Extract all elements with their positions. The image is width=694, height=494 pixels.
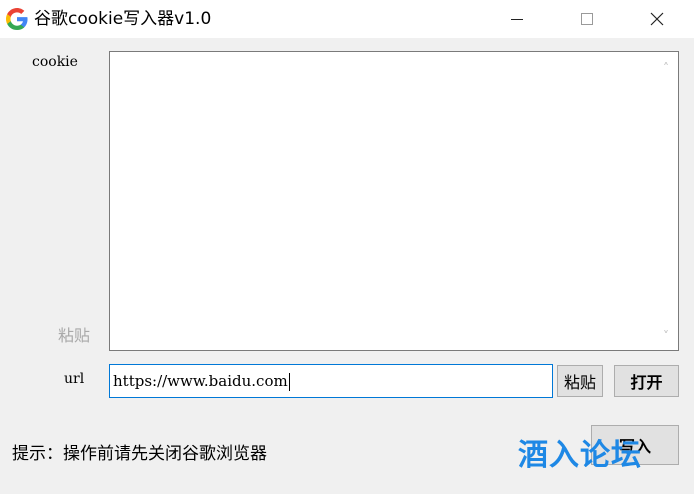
url-label: url: [64, 371, 85, 387]
maximize-button[interactable]: [564, 0, 610, 38]
minimize-icon: [511, 18, 523, 20]
chevron-down-icon[interactable]: ˅: [658, 328, 674, 344]
maximize-icon: [581, 13, 593, 25]
text-caret: [288, 373, 290, 391]
cookie-scrollbar[interactable]: ˄ ˅: [654, 52, 678, 350]
close-button[interactable]: [634, 0, 680, 38]
hint-text: 提示：操作前请先关闭谷歌浏览器: [12, 444, 267, 464]
minimize-button[interactable]: [494, 0, 540, 38]
paste-hint-label: 粘贴: [58, 326, 91, 345]
paste-button[interactable]: 粘贴: [557, 365, 603, 397]
google-logo-icon: [6, 8, 28, 30]
app-window: 谷歌cookie写入器v1.0 cookie 粘贴 ˄ ˅ url https:…: [0, 0, 694, 494]
cookie-textarea[interactable]: ˄ ˅: [109, 51, 679, 351]
title-bar[interactable]: 谷歌cookie写入器v1.0: [0, 0, 694, 38]
open-button[interactable]: 打开: [614, 365, 679, 397]
cookie-label: cookie: [32, 54, 78, 70]
close-icon: [650, 12, 664, 26]
forum-watermark: 酒入论坛: [518, 438, 642, 473]
url-input[interactable]: https://www.baidu.com: [109, 364, 553, 398]
url-input-value: https://www.baidu.com: [113, 372, 288, 390]
window-title: 谷歌cookie写入器v1.0: [34, 9, 212, 29]
chevron-up-icon[interactable]: ˄: [658, 60, 674, 76]
